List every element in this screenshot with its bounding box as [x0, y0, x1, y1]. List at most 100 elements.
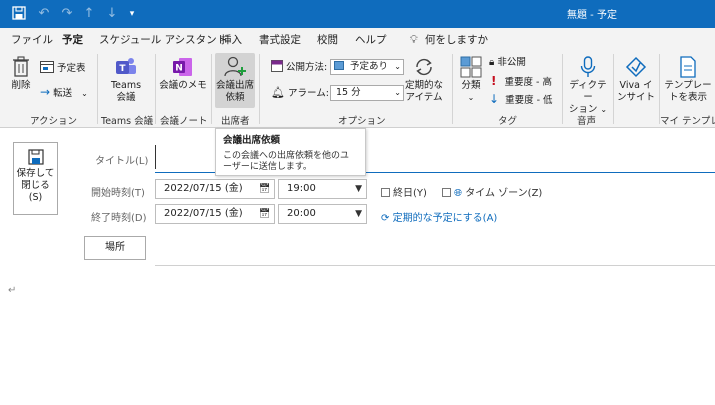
start-date-input[interactable]: 2022/07/15 (金) 📅︎ — [155, 179, 275, 199]
end-date-input[interactable]: 2022/07/15 (金) 📅︎ — [155, 204, 275, 224]
tab-insert[interactable]: 挿入 — [221, 32, 242, 47]
group-label-templates: マイ テンプレート — [660, 116, 715, 127]
svg-text:N: N — [175, 64, 183, 74]
group-label-options: オプション — [338, 116, 386, 127]
private-label: 非公開 — [497, 57, 526, 68]
save-close-icon — [27, 149, 44, 165]
show-as-icon — [271, 60, 283, 72]
alarm-select[interactable]: 15 分 ⌄ — [330, 85, 404, 101]
alarm-label: アラーム: — [288, 88, 329, 99]
group-divider — [613, 54, 614, 124]
all-day-label: 終日(Y) — [393, 188, 427, 199]
calendar-picker-icon[interactable]: 📅︎ — [259, 205, 270, 223]
invite-attendees-label-2: 依頼 — [225, 92, 245, 103]
recurrence-small-icon: ⟳ — [381, 213, 390, 224]
private-button[interactable]: 🔒︎ 非公開 — [489, 56, 526, 70]
lock-icon: 🔒︎ — [489, 57, 495, 68]
tab-format[interactable]: 書式設定 — [259, 32, 301, 47]
chevron-down-icon: ▼ — [355, 184, 362, 194]
dictate-chevron-icon: ⌄ — [600, 105, 608, 114]
categorize-label: 分類 — [461, 80, 481, 91]
chevron-down-icon: ⌄ — [394, 62, 401, 71]
chevron-down-icon: ▼ — [355, 209, 362, 219]
teams-label-2: 会議 — [116, 92, 136, 103]
group-divider — [259, 54, 260, 124]
low-importance-label: 重要度 - 低 — [505, 95, 553, 106]
location-button[interactable]: 場所 — [84, 236, 146, 260]
group-divider — [97, 54, 98, 124]
calendar-button[interactable]: 予定表 — [40, 61, 86, 76]
teams-meeting-button[interactable]: T Teams 会議 — [104, 56, 148, 104]
tab-file[interactable]: ファイル — [11, 32, 53, 47]
all-day-checkbox[interactable]: 終日(Y) — [381, 184, 427, 199]
template-icon — [680, 56, 696, 78]
recurrence-button[interactable]: 定期的な アイテム — [404, 56, 444, 104]
categorize-button[interactable]: 分類 ⌄ — [456, 56, 486, 104]
location-label: 場所 — [105, 242, 125, 253]
recurrence-label-1: 定期的な — [404, 80, 443, 91]
group-divider — [452, 54, 453, 124]
group-label-notes: 会議ノート — [160, 116, 208, 127]
group-label-tags: タグ — [498, 116, 518, 127]
group-label-attendees: 出席者 — [221, 116, 250, 127]
forward-button[interactable]: → 転送 ⌄ — [40, 85, 88, 101]
meeting-notes-button[interactable]: N 会議のメモ — [159, 56, 207, 92]
recurrence-label-2: アイテム — [405, 92, 443, 103]
redo-icon[interactable]: ↷ — [59, 6, 75, 22]
exclamation-icon: ! — [491, 74, 497, 88]
alarm-value: 15 分 — [336, 87, 361, 98]
calendar-icon — [40, 61, 54, 73]
time-zone-toggle[interactable]: 🌐︎ タイム ゾーン(Z) — [442, 184, 542, 199]
templates-label-1: テンプレー — [664, 80, 712, 91]
viva-insights-button[interactable]: Viva イ ンサイト — [616, 56, 656, 104]
customize-quick-access-icon[interactable]: ▾ — [124, 6, 140, 22]
tab-review[interactable]: 校閲 — [317, 32, 338, 47]
start-time-label: 開始時刻(T) — [91, 188, 145, 199]
save-icon[interactable] — [11, 6, 27, 22]
tooltip-title: 会議出席依頼 — [223, 135, 281, 146]
forward-arrow-icon: → — [40, 85, 51, 99]
start-date-value: 2022/07/15 (金) — [164, 183, 243, 194]
time-zone-label: タイム ゾーン(Z) — [465, 188, 543, 199]
calendar-label: 予定表 — [57, 63, 86, 74]
body-editor[interactable] — [0, 272, 715, 405]
window-title: 無題 - 予定 — [567, 10, 617, 21]
show-as-label: 公開方法: — [286, 62, 328, 73]
microphone-icon — [580, 56, 596, 77]
forward-chevron-icon: ⌄ — [81, 89, 88, 98]
checkbox-icon — [381, 188, 390, 197]
undo-icon[interactable]: ↶ — [36, 6, 52, 22]
dictate-button[interactable]: ディクテー ション ⌄ — [566, 56, 610, 116]
templates-label-2: トを表示 — [668, 92, 707, 103]
tooltip: 会議出席依頼 この会議への出席依頼を他のユーザーに送信します。 — [215, 128, 366, 176]
calendar-picker-icon[interactable]: 📅︎ — [259, 180, 270, 198]
invite-attendees-button[interactable]: 会議出席 依頼 — [215, 53, 255, 108]
save-and-close-button[interactable]: 保存して 閉じる (S) — [13, 142, 58, 215]
viva-label-2: ンサイト — [616, 92, 655, 103]
high-importance-button[interactable]: ! 重要度 - 高 — [491, 74, 552, 90]
recurrence-icon — [416, 58, 432, 76]
menu-bar: ファイル 予定 スケジュール アシスタント 挿入 書式設定 校閲 ヘルプ 💡︎ … — [0, 28, 715, 52]
start-time-select[interactable]: 19:00 ▼ — [278, 179, 367, 199]
up-arrow-icon[interactable]: ↑ — [81, 6, 97, 22]
save-close-label-3: (S) — [28, 192, 43, 203]
lightbulb-icon: 💡︎ — [410, 33, 418, 46]
view-templates-button[interactable]: テンプレー トを表示 — [664, 56, 712, 104]
low-importance-button[interactable]: ↓ 重要度 - 低 — [489, 92, 553, 108]
tab-appointment[interactable]: 予定 — [62, 32, 83, 52]
tab-help[interactable]: ヘルプ — [355, 32, 387, 47]
show-as-select[interactable]: 予定あり ⌄ — [330, 59, 404, 75]
delete-button[interactable]: 削除 — [6, 56, 36, 92]
busy-swatch — [334, 61, 344, 70]
high-importance-label: 重要度 - 高 — [504, 77, 552, 88]
group-divider — [155, 54, 156, 124]
categorize-chevron-icon: ⌄ — [467, 93, 475, 102]
group-label-teams: Teams 会議 — [101, 116, 154, 127]
tell-me-search[interactable]: 💡︎ 何をしますか — [410, 32, 488, 47]
end-time-select[interactable]: 20:00 ▼ — [278, 204, 367, 224]
tab-scheduling-assistant[interactable]: スケジュール アシスタント — [99, 32, 227, 47]
down-arrow-icon[interactable]: ↓ — [104, 6, 120, 22]
globe-icon: 🌐︎ — [454, 188, 462, 199]
make-recurring-link[interactable]: ⟳ 定期的な予定にする(A) — [381, 209, 497, 224]
checkbox-icon — [442, 188, 451, 197]
